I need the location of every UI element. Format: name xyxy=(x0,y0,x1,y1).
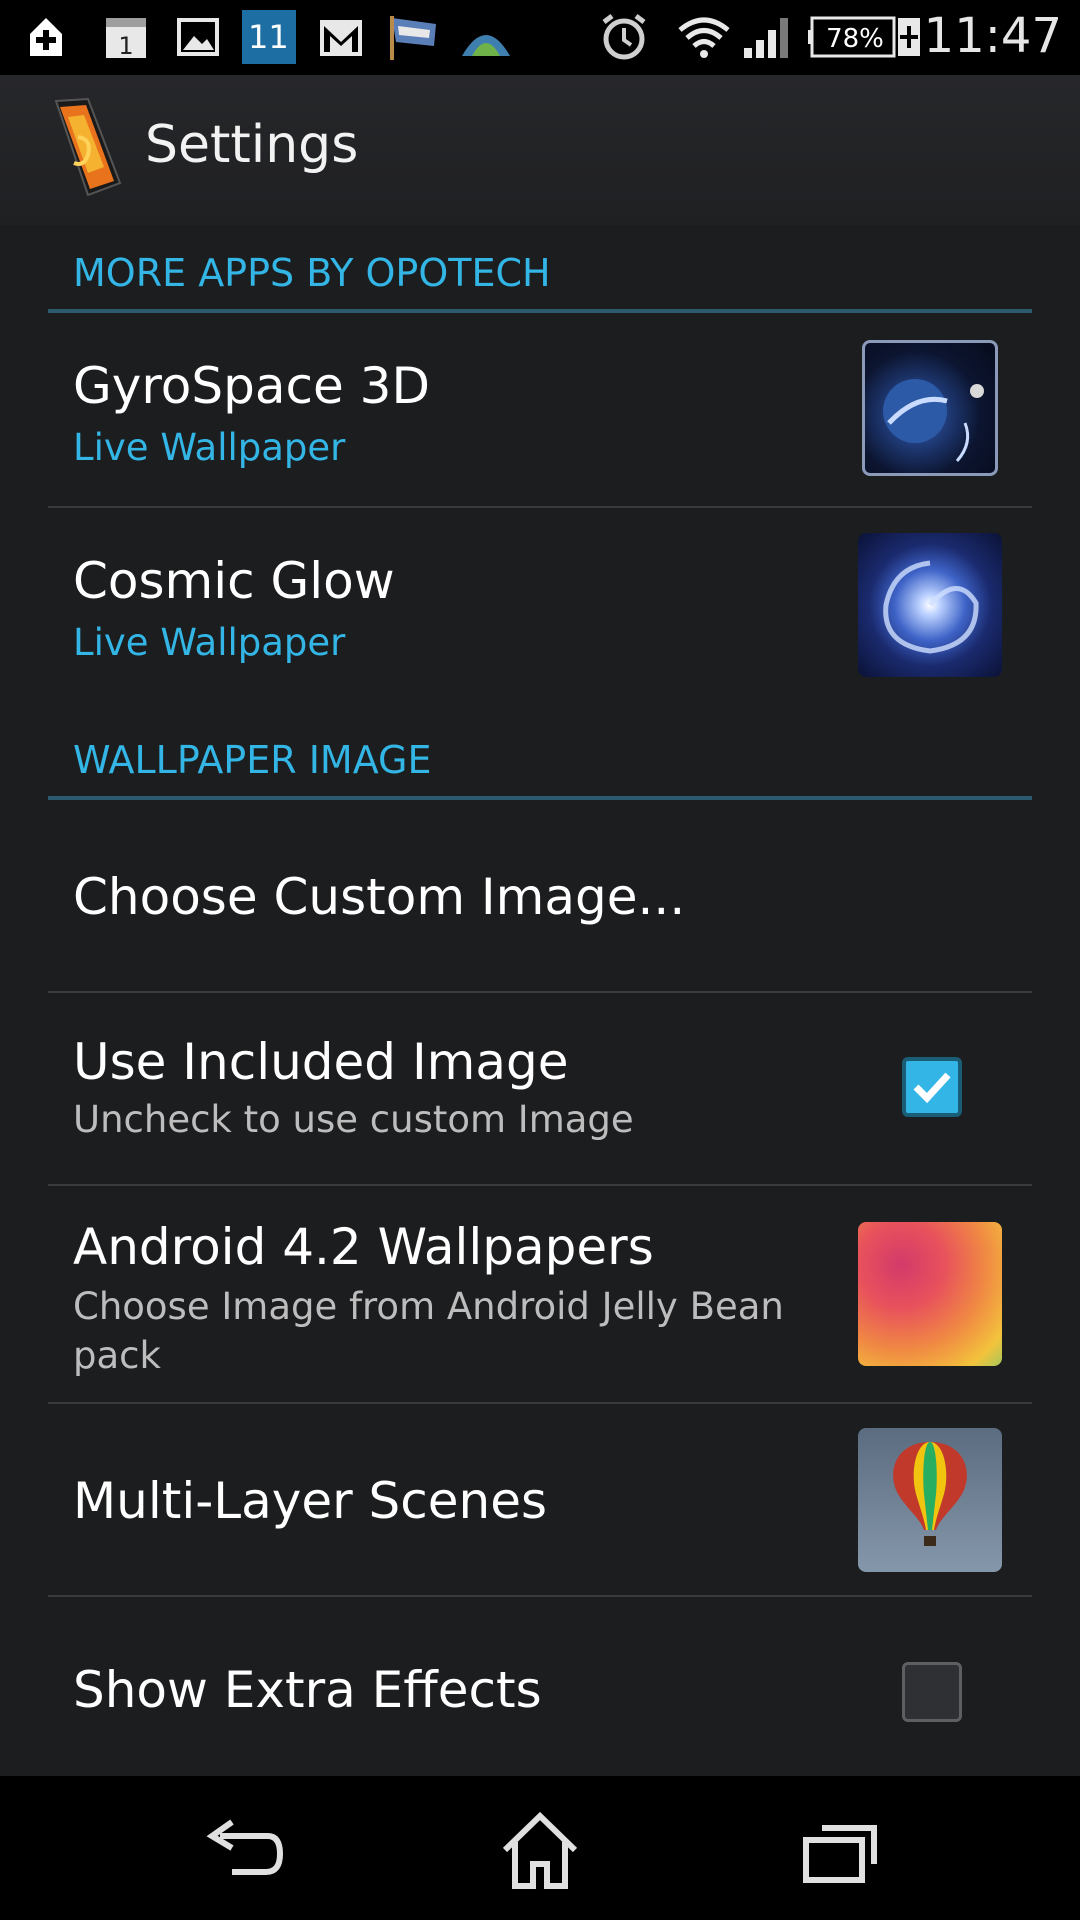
balloon-icon xyxy=(893,1442,967,1546)
multi-layer-scenes-item[interactable]: Multi-Layer Scenes xyxy=(48,1404,1032,1597)
weather-icon: 11 xyxy=(242,10,296,64)
row-title: Choose Custom Image... xyxy=(73,868,686,926)
row-title: Cosmic Glow xyxy=(73,552,395,610)
gyrospace-thumbnail xyxy=(862,340,998,476)
status-bar: 1 11 78% 11:47 xyxy=(0,0,1080,75)
action-bar: Settings xyxy=(0,75,1080,225)
flag-icon xyxy=(390,16,436,60)
use-included-image-checkbox[interactable] xyxy=(902,1057,962,1117)
section-header-wallpaper-image: WALLPAPER IMAGE xyxy=(48,708,1032,800)
back-icon[interactable] xyxy=(198,1806,288,1896)
recent-apps-icon[interactable] xyxy=(796,1806,886,1896)
image-icon xyxy=(177,18,219,56)
battery-percent: 78% xyxy=(826,24,884,54)
app-icon[interactable] xyxy=(48,97,126,199)
show-extra-effects-item[interactable]: Show Extra Effects xyxy=(48,1597,1032,1776)
section-header-label: MORE APPS BY OPOTECH xyxy=(73,251,551,295)
jelly-bean-thumbnail xyxy=(858,1222,1002,1366)
row-title: GyroSpace 3D xyxy=(73,357,430,415)
weather-temp: 11 xyxy=(248,18,289,56)
gmail-icon xyxy=(320,20,362,56)
battery-icon: 78% xyxy=(808,16,920,58)
show-extra-effects-checkbox[interactable] xyxy=(902,1662,962,1722)
tent-icon xyxy=(462,35,510,56)
calendar-day: 1 xyxy=(118,32,133,60)
galaxy-icon xyxy=(883,560,979,654)
planet-icon xyxy=(883,379,984,462)
row-subtitle: Uncheck to use custom Image xyxy=(73,1098,634,1141)
check-icon xyxy=(913,1072,951,1104)
plus-icon xyxy=(30,18,62,56)
row-title: Use Included Image xyxy=(73,1033,569,1091)
android-wallpapers-item[interactable]: Android 4.2 Wallpapers Choose Image from… xyxy=(48,1186,1032,1404)
section-header-more-apps: MORE APPS BY OPOTECH xyxy=(48,225,1032,313)
use-included-image-item[interactable]: Use Included Image Uncheck to use custom… xyxy=(48,993,1032,1186)
choose-custom-image-item[interactable]: Choose Custom Image... xyxy=(48,800,1032,993)
wifi-icon xyxy=(678,17,730,58)
section-header-label: WALLPAPER IMAGE xyxy=(73,738,432,782)
row-subtitle: Live Wallpaper xyxy=(73,621,346,664)
row-title: Android 4.2 Wallpapers xyxy=(73,1218,654,1276)
row-subtitle: Choose Image from Android Jelly Bean pac… xyxy=(73,1285,784,1377)
row-title: Multi-Layer Scenes xyxy=(73,1472,548,1530)
home-icon[interactable] xyxy=(495,1806,585,1896)
page-title: Settings xyxy=(145,115,359,175)
navigation-bar xyxy=(0,1776,1080,1920)
alarm-icon xyxy=(602,14,646,60)
list-item-cosmic-glow[interactable]: Cosmic Glow Live Wallpaper xyxy=(48,508,1032,701)
calendar-icon: 1 xyxy=(106,18,146,60)
signal-icon xyxy=(744,18,788,58)
clock: 11:47 xyxy=(923,8,1062,64)
list-item-gyrospace[interactable]: GyroSpace 3D Live Wallpaper xyxy=(48,313,1032,508)
row-title: Show Extra Effects xyxy=(73,1661,542,1719)
cosmic-glow-thumbnail xyxy=(858,533,1002,677)
row-subtitle: Live Wallpaper xyxy=(73,426,346,469)
balloon-thumbnail xyxy=(858,1428,1002,1572)
